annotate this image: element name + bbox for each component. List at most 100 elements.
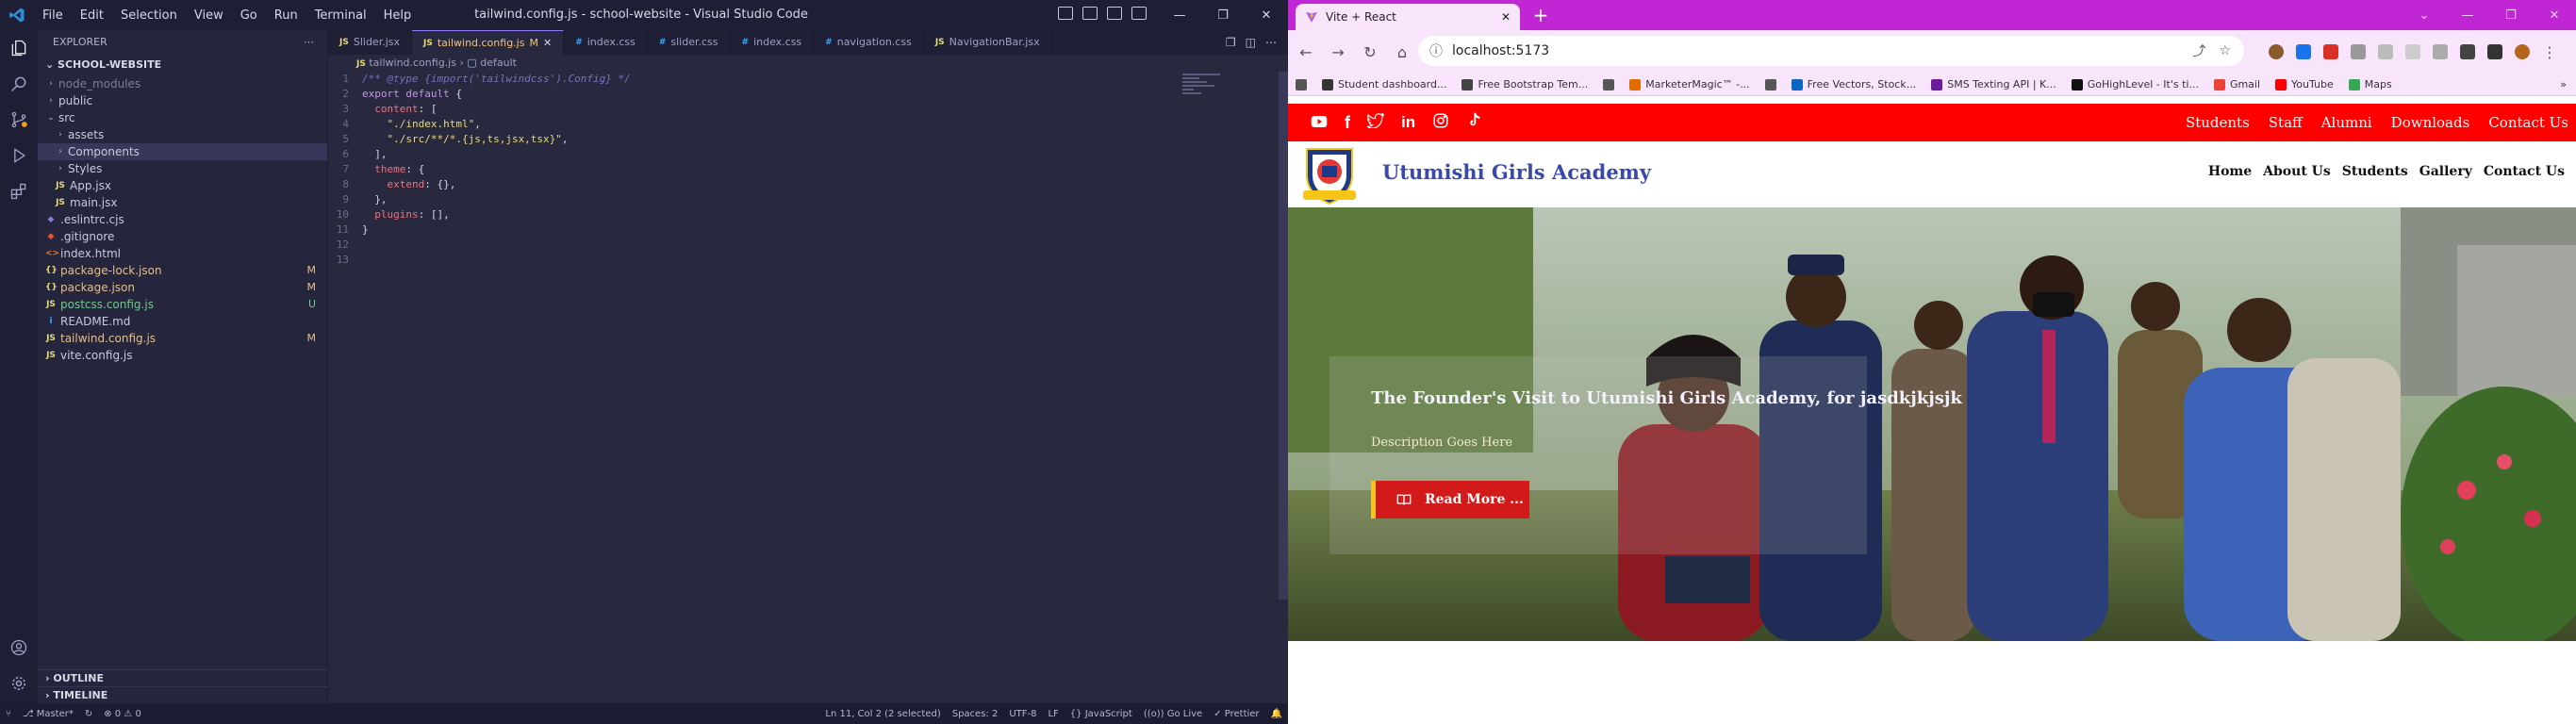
toggle-panel-icon[interactable] xyxy=(1082,7,1098,20)
linkedin-icon[interactable]: in xyxy=(1401,113,1415,132)
sync-icon[interactable]: ↻ xyxy=(85,709,92,719)
tree-item[interactable]: › Components xyxy=(38,143,327,160)
reload-icon[interactable]: ↻ xyxy=(1356,38,1384,66)
menu-go[interactable]: Go xyxy=(232,8,266,23)
extension-icon[interactable] xyxy=(2323,44,2338,59)
forward-icon[interactable]: → xyxy=(1324,38,1352,66)
project-root[interactable]: ⌄ SCHOOL-WEBSITE xyxy=(38,55,327,75)
editor-tab[interactable]: JS NavigationBar.jsx xyxy=(924,30,1052,55)
extensions-puzzle-icon[interactable] xyxy=(2460,44,2475,59)
bookmark-item[interactable] xyxy=(1288,78,1314,90)
profile-avatar-icon[interactable] xyxy=(2515,44,2530,59)
tiktok-icon[interactable] xyxy=(1466,112,1481,133)
restore-icon[interactable]: ❐ xyxy=(2489,0,2533,30)
timeline-section[interactable]: › TIMELINE xyxy=(38,686,328,703)
youtube-icon[interactable] xyxy=(1311,114,1328,132)
tree-item[interactable]: › assets xyxy=(38,126,327,143)
minimize-icon[interactable]: — xyxy=(2446,0,2489,30)
main-nav-link[interactable]: Contact Us xyxy=(2484,164,2565,179)
editor-tab[interactable]: # index.css xyxy=(564,30,648,55)
bookmark-item[interactable]: YouTube xyxy=(2268,78,2341,90)
back-icon[interactable]: ← xyxy=(1292,38,1320,66)
editor-tab[interactable]: # index.css xyxy=(731,30,815,55)
run-debug-icon[interactable] xyxy=(0,138,38,173)
extension-icon[interactable] xyxy=(2296,44,2311,59)
top-nav-link[interactable]: Students xyxy=(2186,114,2250,131)
tree-item[interactable]: › Styles xyxy=(38,160,327,177)
tree-item[interactable]: {} package.json M xyxy=(38,279,327,296)
bookmark-item[interactable]: SMS Texting API | K... xyxy=(1924,78,2064,90)
restore-icon[interactable]: ❐ xyxy=(1201,0,1245,30)
go-live-button[interactable]: ((o)) Go Live xyxy=(1144,709,1202,719)
explorer-icon[interactable] xyxy=(0,30,38,66)
browser-tab[interactable]: Vite + React ✕ xyxy=(1296,4,1520,30)
extension-icon[interactable] xyxy=(2433,44,2448,59)
more-actions-icon[interactable]: ⋯ xyxy=(1265,36,1277,49)
source-control-icon[interactable] xyxy=(0,102,38,138)
minimap[interactable] xyxy=(1182,72,1239,109)
menu-terminal[interactable]: Terminal xyxy=(306,8,375,23)
bookmark-star-icon[interactable]: ☆ xyxy=(2219,43,2231,58)
menu-edit[interactable]: Edit xyxy=(72,8,112,23)
language-mode[interactable]: {} JavaScript xyxy=(1070,709,1132,719)
problems-indicator[interactable]: ⊗ 0 ⚠ 0 xyxy=(104,709,141,719)
tree-item[interactable]: ◆ .eslintrc.cjs xyxy=(38,211,327,228)
top-nav-link[interactable]: Downloads xyxy=(2391,114,2470,131)
branch-indicator[interactable]: ⎇ Master* xyxy=(23,709,74,719)
tree-item[interactable]: ◆ .gitignore xyxy=(38,228,327,245)
main-nav-link[interactable]: Home xyxy=(2208,164,2252,179)
bookmark-item[interactable]: Free Vectors, Stock... xyxy=(1784,78,1924,90)
breadcrumb-symbol[interactable]: default xyxy=(480,57,517,69)
bookmark-item[interactable]: Free Bootstrap Tem... xyxy=(1454,78,1595,90)
site-info-icon[interactable]: ⓘ xyxy=(1429,41,1443,60)
toggle-secondary-sidebar-icon[interactable] xyxy=(1107,7,1122,20)
tab-search-icon[interactable]: ⌄ xyxy=(2403,0,2446,30)
indentation[interactable]: Spaces: 2 xyxy=(952,709,999,719)
chrome-menu-icon[interactable]: ⋮ xyxy=(2542,43,2557,61)
search-icon[interactable] xyxy=(0,66,38,102)
school-name[interactable]: Utumishi Girls Academy xyxy=(1382,160,1651,184)
facebook-icon[interactable]: f xyxy=(1345,113,1350,133)
open-changes-icon[interactable]: ❐ xyxy=(1226,36,1236,49)
bookmark-item[interactable] xyxy=(1595,78,1622,90)
tree-item[interactable]: › public xyxy=(38,92,327,109)
split-editor-icon[interactable]: ◫ xyxy=(1246,36,1256,49)
tree-item[interactable]: JS main.jsx xyxy=(38,194,327,211)
top-nav-link[interactable]: Contact Us xyxy=(2488,114,2568,131)
school-logo[interactable] xyxy=(1299,143,1360,206)
extensions-icon[interactable] xyxy=(0,173,38,209)
menu-run[interactable]: Run xyxy=(266,8,306,23)
menu-help[interactable]: Help xyxy=(375,8,421,23)
main-nav-link[interactable]: Gallery xyxy=(2419,164,2472,179)
editor-scrollbar[interactable] xyxy=(1279,72,1288,600)
cookie-extension-icon[interactable] xyxy=(2269,44,2284,59)
customize-layout-icon[interactable] xyxy=(1131,7,1147,20)
menu-selection[interactable]: Selection xyxy=(112,8,186,23)
menu-view[interactable]: View xyxy=(186,8,232,23)
toggle-primary-sidebar-icon[interactable] xyxy=(1058,7,1073,20)
share-icon[interactable]: ⤴ xyxy=(2192,41,2205,60)
twitter-icon[interactable] xyxy=(1364,112,1385,132)
read-more-button[interactable]: Read More ... xyxy=(1371,481,1529,518)
tab-close-icon[interactable]: ✕ xyxy=(1501,10,1511,24)
tree-item[interactable]: <> index.html xyxy=(38,245,327,262)
top-nav-link[interactable]: Staff xyxy=(2269,114,2303,131)
tab-close-icon[interactable]: ✕ xyxy=(543,31,552,56)
notifications-icon[interactable]: 🔔 xyxy=(1271,709,1282,719)
editor-tab[interactable]: # navigation.css xyxy=(814,30,924,55)
end-of-line[interactable]: LF xyxy=(1048,709,1058,719)
editor-tab[interactable]: # slider.css xyxy=(648,30,731,55)
tree-item[interactable]: › node_modules xyxy=(38,75,327,92)
main-nav-link[interactable]: About Us xyxy=(2263,164,2331,179)
cursor-position[interactable]: Ln 11, Col 2 (2 selected) xyxy=(825,709,940,719)
tree-item[interactable]: JS App.jsx xyxy=(38,177,327,194)
close-icon[interactable]: ✕ xyxy=(2533,0,2576,30)
extension-icon[interactable] xyxy=(2378,44,2393,59)
breadcrumb-file[interactable]: tailwind.config.js xyxy=(369,57,456,69)
tree-item[interactable]: ⌄ src xyxy=(38,109,327,126)
manage-gear-icon[interactable] xyxy=(0,666,38,701)
home-icon[interactable]: ⌂ xyxy=(1388,38,1416,66)
encoding[interactable]: UTF-8 xyxy=(1009,709,1036,719)
minimize-icon[interactable]: — xyxy=(1158,0,1201,30)
code-editor[interactable]: 1 /** @type {import('tailwindcss').Config… xyxy=(328,72,1271,703)
